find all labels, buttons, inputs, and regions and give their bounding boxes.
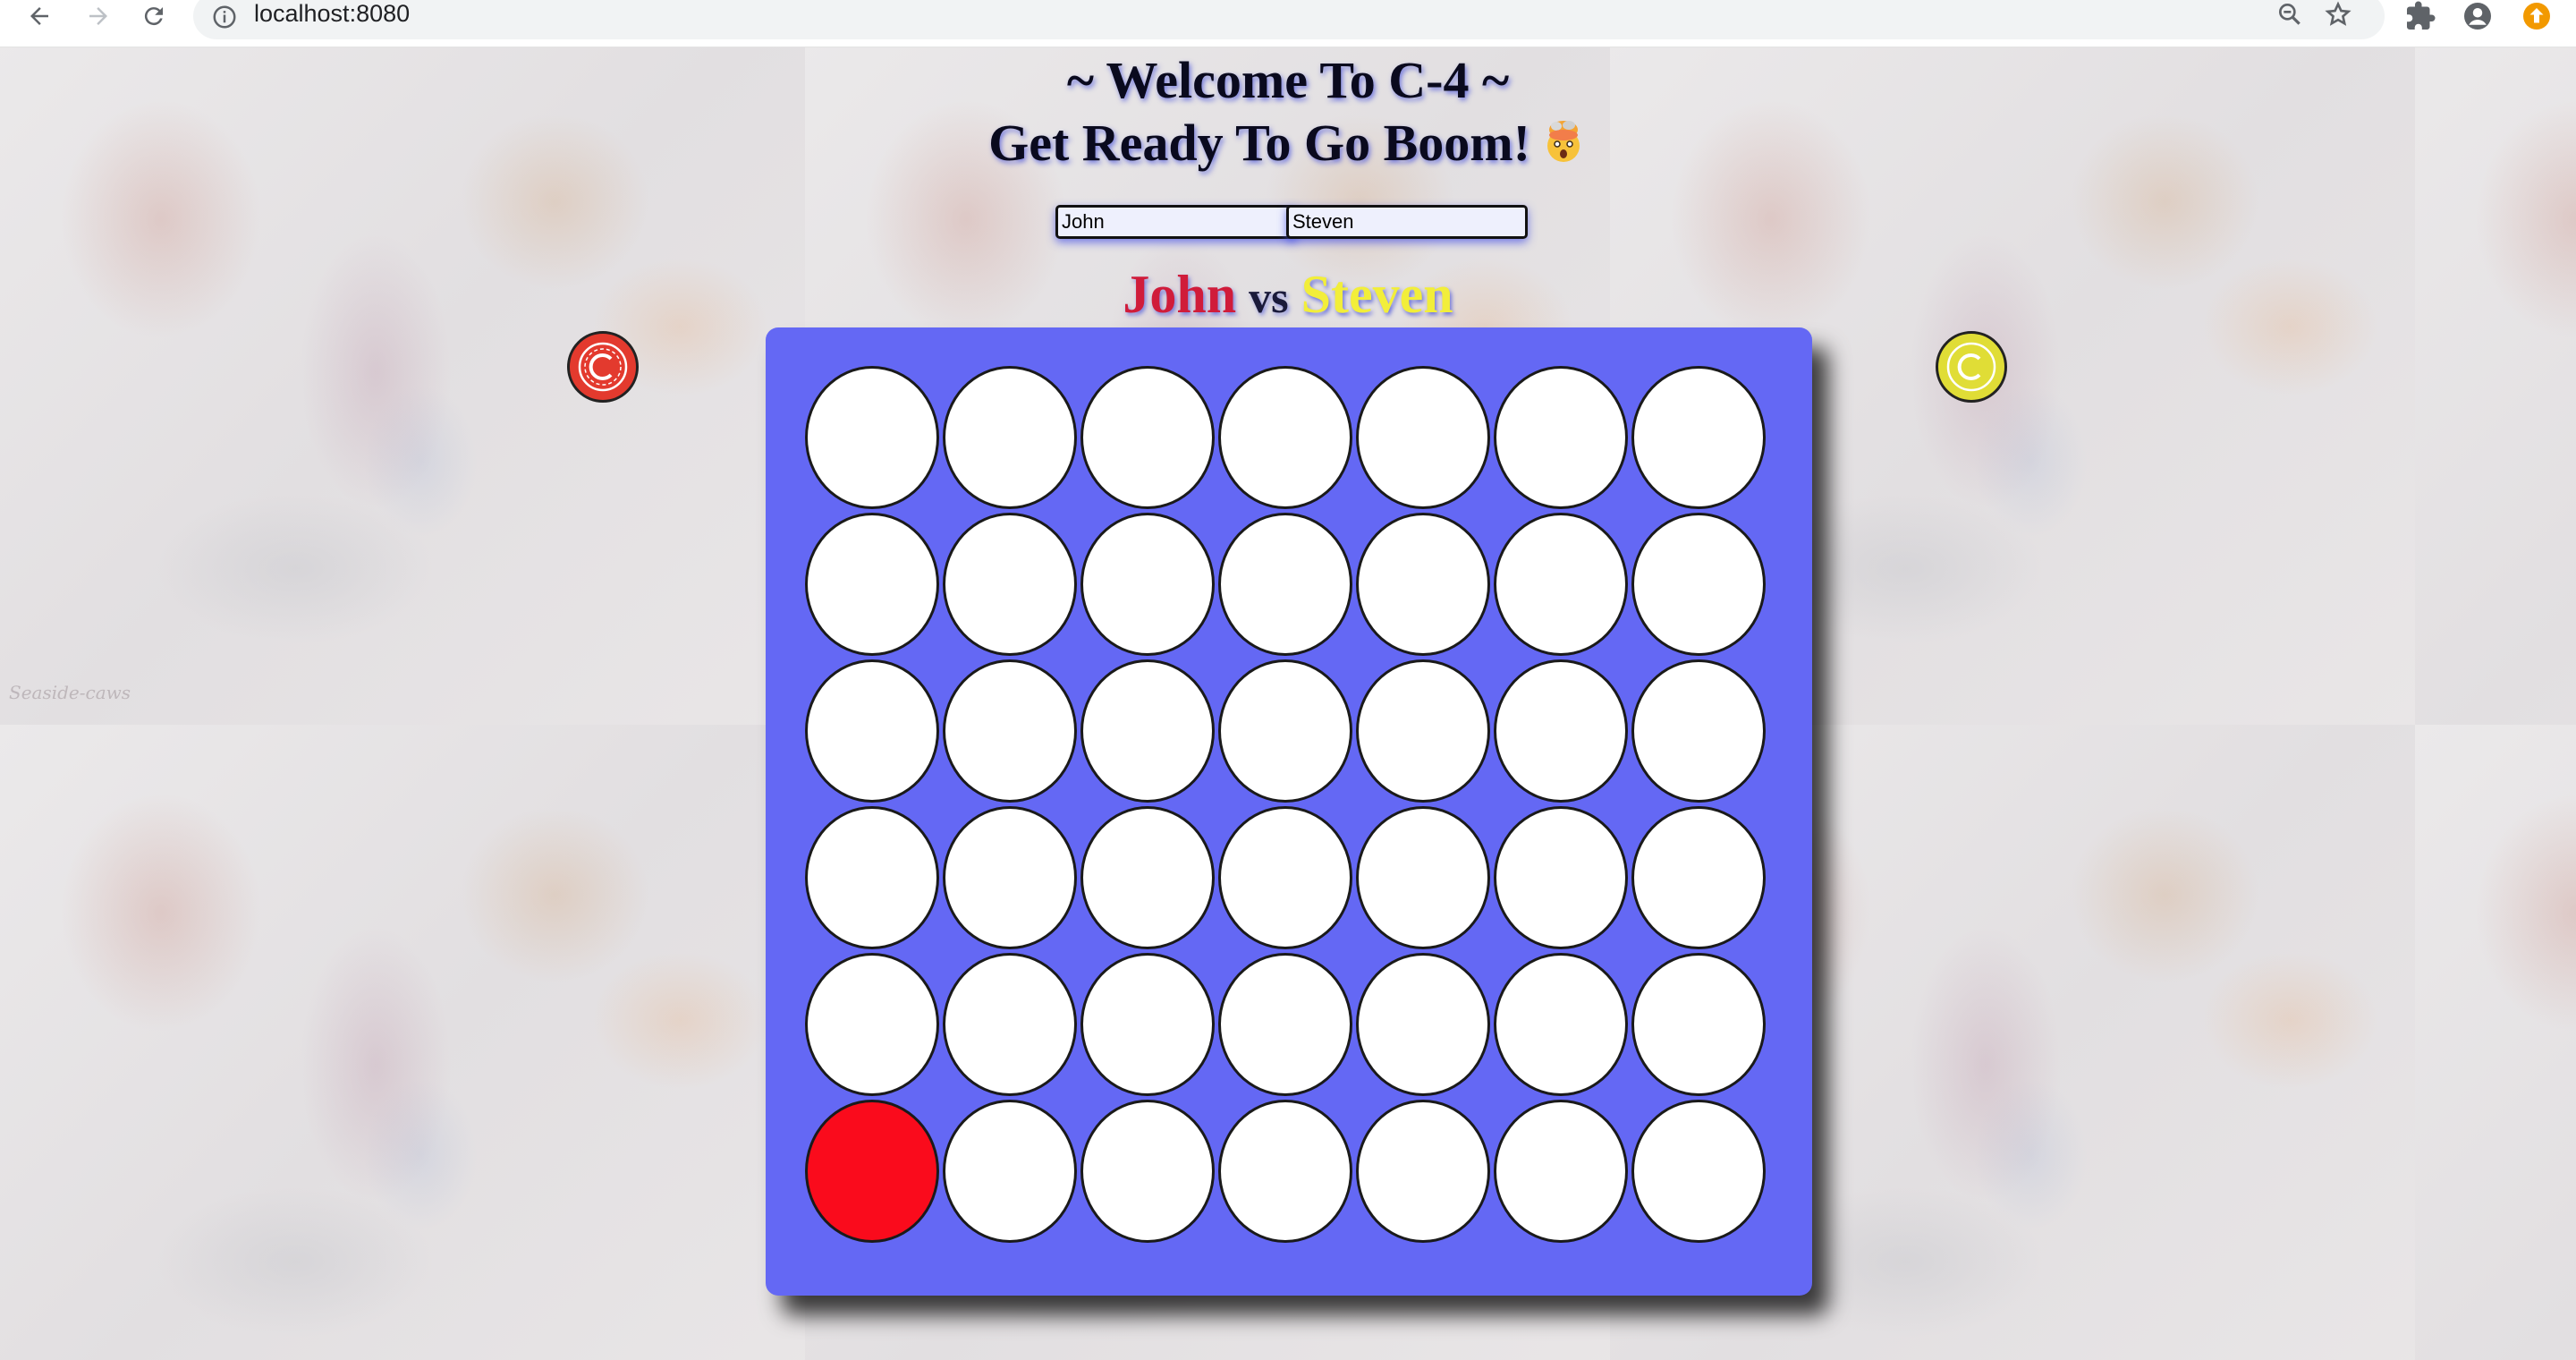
coin-c-icon — [1946, 342, 1996, 392]
game-page: Seaside-caws ~ Welcome To C-4 ~ Get Read… — [0, 47, 2576, 1360]
board-cell[interactable] — [943, 806, 1077, 949]
player2-name-input[interactable] — [1286, 205, 1528, 239]
update-icon[interactable] — [2521, 0, 2553, 32]
watermark-text: Seaside-caws — [9, 682, 131, 703]
board-cell[interactable] — [1080, 806, 1215, 949]
board-cell[interactable] — [805, 806, 939, 949]
back-icon[interactable] — [21, 0, 57, 32]
board-cell[interactable] — [1631, 1100, 1766, 1243]
board-cell[interactable] — [943, 366, 1077, 509]
player1-name: John — [1123, 265, 1237, 324]
browser-toolbar: localhost:8080 — [0, 0, 2576, 47]
board-cell[interactable] — [943, 513, 1077, 656]
reload-icon[interactable] — [136, 0, 172, 32]
board-cell[interactable] — [805, 953, 939, 1096]
board-cell[interactable] — [1218, 366, 1352, 509]
board-cell[interactable] — [1494, 513, 1628, 656]
page-title: ~ Welcome To C-4 ~ — [1066, 51, 1510, 109]
board-cell[interactable] — [1218, 659, 1352, 803]
versus-heading: John vs Steven — [0, 264, 2576, 326]
game-board — [766, 327, 1812, 1296]
forward-icon[interactable] — [80, 0, 116, 32]
board-cell[interactable] — [805, 366, 939, 509]
board-cell[interactable] — [1080, 953, 1215, 1096]
zoom-icon[interactable] — [2275, 0, 2304, 29]
background-artwork — [2415, 725, 2576, 1360]
player1-token — [567, 331, 639, 403]
board-cell[interactable] — [1494, 806, 1628, 949]
board-cell[interactable] — [1631, 513, 1766, 656]
board-cell[interactable] — [1494, 1100, 1628, 1243]
address-bar[interactable]: localhost:8080 — [193, 0, 2385, 39]
board-cell[interactable] — [1080, 513, 1215, 656]
board-cell[interactable] — [1494, 366, 1628, 509]
url-text[interactable]: localhost:8080 — [254, 0, 410, 28]
board-cell[interactable] — [1356, 513, 1490, 656]
board-cell[interactable] — [805, 659, 939, 803]
board-cell[interactable] — [1494, 659, 1628, 803]
board-cell[interactable] — [1218, 1100, 1352, 1243]
board-cell[interactable] — [1218, 806, 1352, 949]
player-name-inputs — [1055, 205, 1528, 241]
board-cell[interactable] — [1080, 659, 1215, 803]
board-cell[interactable] — [805, 1100, 939, 1243]
board-cell[interactable] — [1494, 953, 1628, 1096]
exploding-head-icon — [1539, 117, 1588, 166]
board-cell[interactable] — [1218, 513, 1352, 656]
board-cell[interactable] — [1631, 953, 1766, 1096]
board-cell[interactable] — [1356, 953, 1490, 1096]
subtitle-text: Get Ready To Go Boom! — [988, 114, 1530, 172]
board-cell[interactable] — [1631, 366, 1766, 509]
background-artwork — [0, 725, 805, 1360]
board-cell[interactable] — [1356, 366, 1490, 509]
player2-name: Steven — [1301, 265, 1453, 324]
board-cell[interactable] — [943, 1100, 1077, 1243]
board-cell[interactable] — [1631, 806, 1766, 949]
extensions-icon[interactable] — [2404, 0, 2436, 32]
vs-label: vs — [1249, 272, 1289, 322]
board-cell[interactable] — [1356, 1100, 1490, 1243]
page-header: ~ Welcome To C-4 ~ Get Ready To Go Boom! — [0, 47, 2576, 174]
board-cell[interactable] — [1356, 806, 1490, 949]
info-icon[interactable] — [211, 4, 238, 30]
page-subtitle: Get Ready To Go Boom! — [0, 112, 2576, 174]
board-cell[interactable] — [1080, 1100, 1215, 1243]
profile-icon[interactable] — [2462, 0, 2494, 32]
player1-name-input[interactable] — [1055, 205, 1297, 239]
player2-token — [1936, 331, 2007, 403]
coin-c-icon — [578, 342, 628, 392]
board-cell[interactable] — [805, 513, 939, 656]
board-cell[interactable] — [1218, 953, 1352, 1096]
board-cell[interactable] — [1356, 659, 1490, 803]
star-icon[interactable] — [2324, 0, 2352, 29]
board-cell[interactable] — [943, 953, 1077, 1096]
board-cell[interactable] — [1080, 366, 1215, 509]
board-cell[interactable] — [1631, 659, 1766, 803]
board-cell[interactable] — [943, 659, 1077, 803]
